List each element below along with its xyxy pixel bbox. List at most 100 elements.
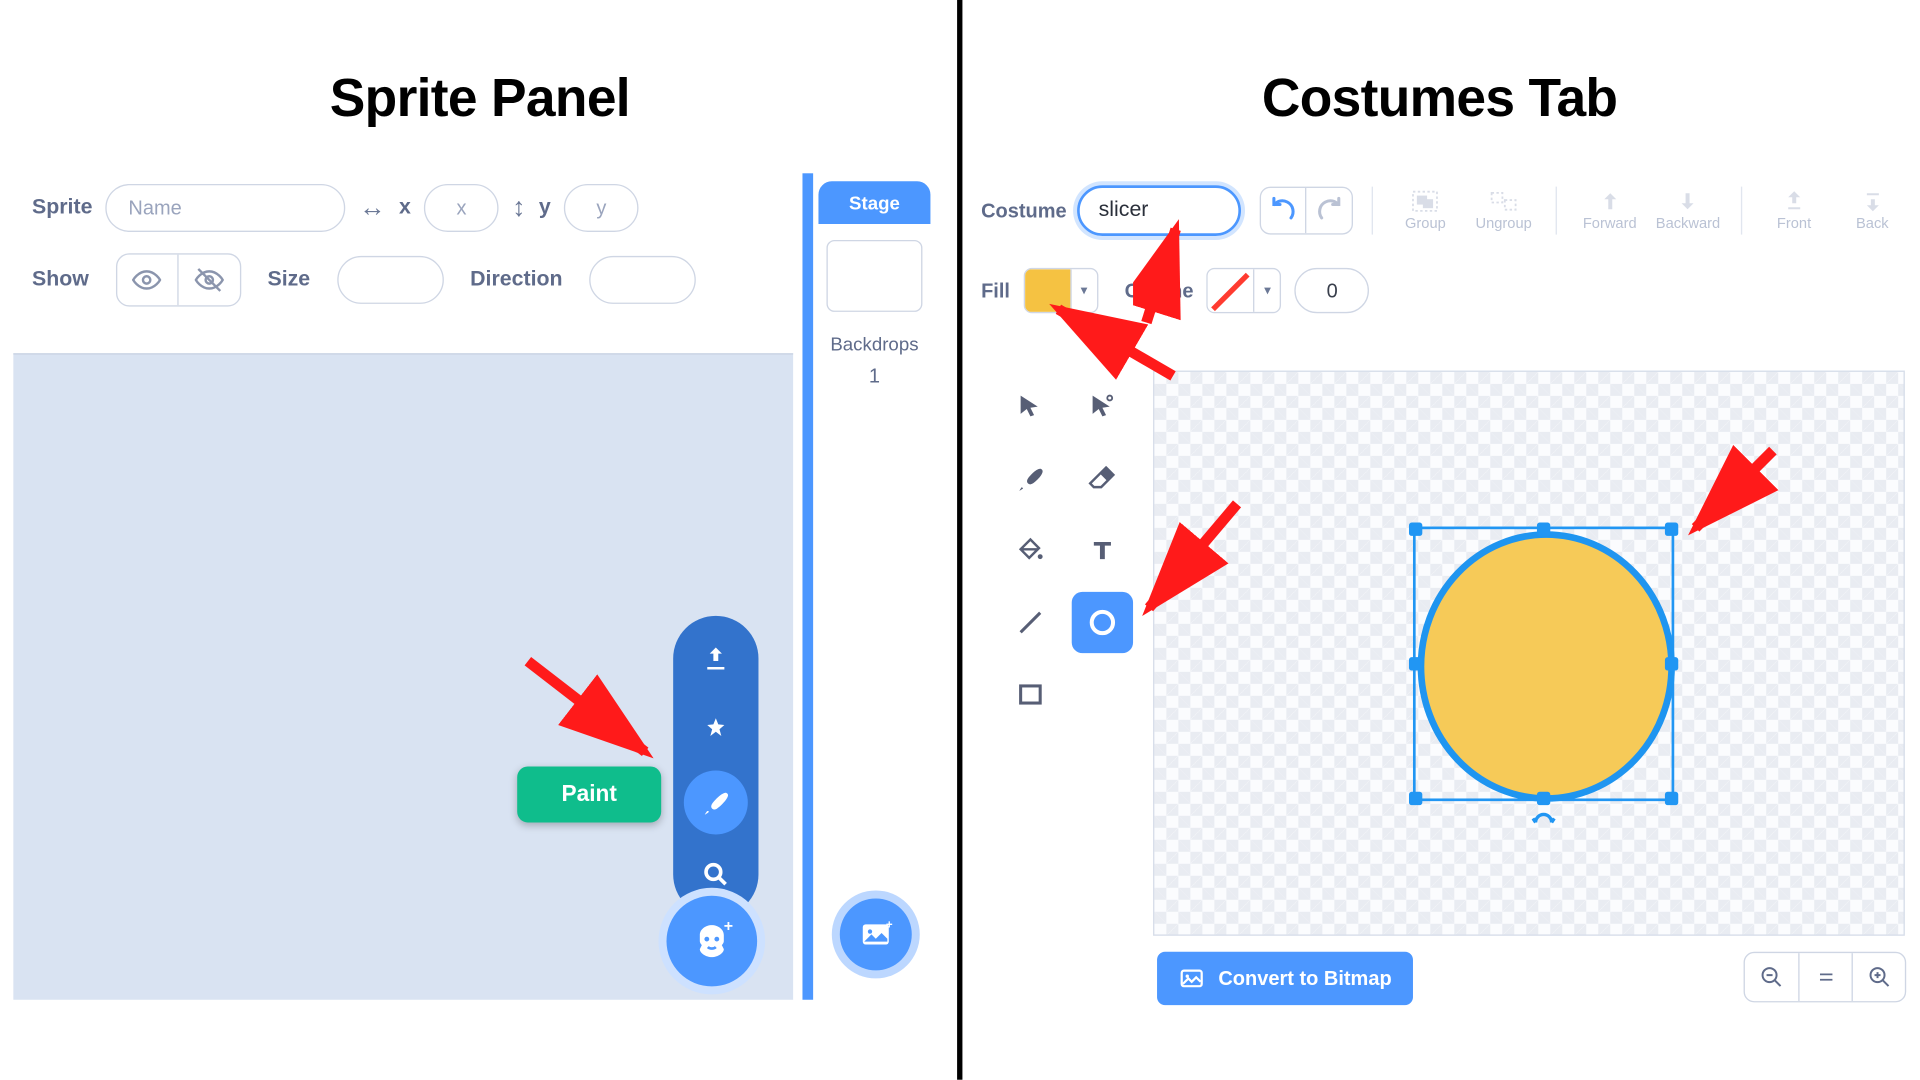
sprite-name-input[interactable]: Name: [106, 184, 346, 232]
line-tool[interactable]: [1000, 592, 1061, 653]
fill-swatch: [1025, 269, 1070, 312]
show-toggle-group: [116, 253, 241, 306]
heading-sprite-panel: Sprite Panel: [0, 0, 960, 156]
backward-button[interactable]: Backward: [1654, 179, 1722, 243]
select-tool[interactable]: [1000, 376, 1061, 437]
front-button[interactable]: Front: [1760, 179, 1828, 243]
toolbar-separator: [1740, 187, 1741, 235]
toolbar-separator: [1556, 187, 1557, 235]
convert-label: Convert to Bitmap: [1218, 967, 1391, 990]
outline-width-input[interactable]: 0: [1295, 268, 1370, 313]
sprite-label: Sprite: [32, 196, 92, 220]
add-backdrop-fab[interactable]: +: [840, 898, 912, 970]
paint-tooltip: Paint: [517, 766, 661, 822]
zoom-controls: [1744, 952, 1907, 1003]
ungroup-button[interactable]: Ungroup: [1470, 179, 1538, 243]
ungroup-label: Ungroup: [1476, 216, 1532, 232]
selection-handle[interactable]: [1537, 792, 1550, 805]
eraser-tool[interactable]: [1072, 448, 1133, 509]
zoom-out-button[interactable]: [1745, 953, 1798, 1001]
selection-handle[interactable]: [1665, 657, 1678, 670]
outline-swatch-none: [1208, 269, 1253, 312]
text-tool[interactable]: [1072, 520, 1133, 581]
paint-tools: [1000, 376, 1133, 725]
circle-tool[interactable]: [1072, 592, 1133, 653]
stage-header[interactable]: Stage: [818, 181, 930, 224]
selection-handle[interactable]: [1537, 523, 1550, 536]
fill-label: Fill: [981, 279, 1010, 302]
x-value: x: [457, 197, 467, 220]
add-sprite-menu: [673, 616, 758, 917]
convert-to-bitmap-button[interactable]: Convert to Bitmap: [1157, 952, 1413, 1005]
x-label: x: [399, 196, 411, 220]
selection-box[interactable]: [1413, 527, 1674, 802]
show-hidden-button[interactable]: [178, 255, 239, 306]
fill-tool[interactable]: [1000, 520, 1061, 581]
direction-input[interactable]: [589, 256, 696, 304]
outline-label: Outline: [1125, 279, 1194, 302]
size-label: Size: [267, 268, 310, 292]
reshape-tool[interactable]: [1072, 376, 1133, 437]
zoom-reset-button[interactable]: [1798, 953, 1851, 1001]
fill-color-picker[interactable]: ▾: [1023, 268, 1098, 313]
selection-handle[interactable]: [1409, 657, 1422, 670]
zoom-in-button[interactable]: [1852, 953, 1905, 1001]
backdrops-label: Backdrops: [818, 333, 930, 354]
backdrops-count: 1: [818, 365, 930, 388]
sprite-name-placeholder: Name: [128, 197, 181, 220]
upload-sprite-button[interactable]: [684, 627, 748, 691]
costumes-tab: Costumes Tab Costume slicer Group Ungrou…: [960, 0, 1920, 1080]
sprite-panel: Sprite Panel Sprite Name ↔ x x ↕ y y Sho…: [0, 0, 960, 1080]
rectangle-tool[interactable]: [1000, 664, 1061, 725]
rotation-handle[interactable]: [1532, 812, 1556, 831]
y-value: y: [596, 197, 606, 220]
y-input[interactable]: y: [564, 184, 639, 232]
group-label: Group: [1405, 216, 1446, 232]
add-sprite-fab[interactable]: +: [667, 896, 758, 987]
size-input[interactable]: [337, 256, 444, 304]
undo-redo-group: [1260, 187, 1353, 235]
stage-rail: [802, 173, 813, 999]
show-visible-button[interactable]: [117, 255, 178, 306]
x-input[interactable]: x: [424, 184, 499, 232]
chevron-down-icon: ▾: [1070, 269, 1097, 312]
selection-handle[interactable]: [1665, 792, 1678, 805]
paint-canvas[interactable]: [1153, 371, 1905, 936]
costume-name-value: slicer: [1099, 199, 1149, 223]
surprise-sprite-button[interactable]: [684, 698, 748, 762]
selection-handle[interactable]: [1409, 523, 1422, 536]
direction-label: Direction: [470, 268, 562, 292]
front-label: Front: [1777, 216, 1811, 232]
svg-text:+: +: [724, 918, 733, 935]
outline-color-picker[interactable]: ▾: [1207, 268, 1282, 313]
show-label: Show: [32, 268, 89, 292]
x-axis-icon: ↔: [359, 193, 386, 224]
undo-button[interactable]: [1262, 188, 1307, 233]
outline-width-value: 0: [1327, 279, 1338, 302]
svg-text:+: +: [886, 920, 893, 932]
y-label: y: [539, 196, 551, 220]
group-button[interactable]: Group: [1392, 179, 1460, 243]
back-button[interactable]: Back: [1839, 179, 1907, 243]
forward-button[interactable]: Forward: [1576, 179, 1644, 243]
selection-handle[interactable]: [1665, 523, 1678, 536]
costume-name-input[interactable]: slicer: [1077, 185, 1241, 236]
forward-label: Forward: [1583, 216, 1637, 232]
selection-handle[interactable]: [1409, 792, 1422, 805]
backward-label: Backward: [1656, 216, 1720, 232]
fill-outline-row: Fill ▾ Outline ▾ 0: [973, 261, 1906, 320]
redo-button[interactable]: [1307, 188, 1352, 233]
bitmap-icon: [1178, 965, 1205, 992]
costume-label: Costume: [981, 199, 1067, 222]
y-axis-icon: ↕: [512, 193, 525, 224]
stage-thumbnail[interactable]: [826, 240, 922, 312]
toolbar-separator: [1372, 187, 1373, 235]
chevron-down-icon: ▾: [1253, 269, 1280, 312]
stage-column: Stage Backdrops 1 +: [802, 173, 933, 999]
circle-shape[interactable]: [1416, 529, 1677, 804]
brush-tool[interactable]: [1000, 448, 1061, 509]
paint-sprite-button[interactable]: [684, 770, 748, 834]
back-label: Back: [1856, 216, 1889, 232]
heading-costumes-tab: Costumes Tab: [960, 0, 1920, 156]
costume-toolbar: Costume slicer Group Ungroup: [973, 173, 1906, 248]
